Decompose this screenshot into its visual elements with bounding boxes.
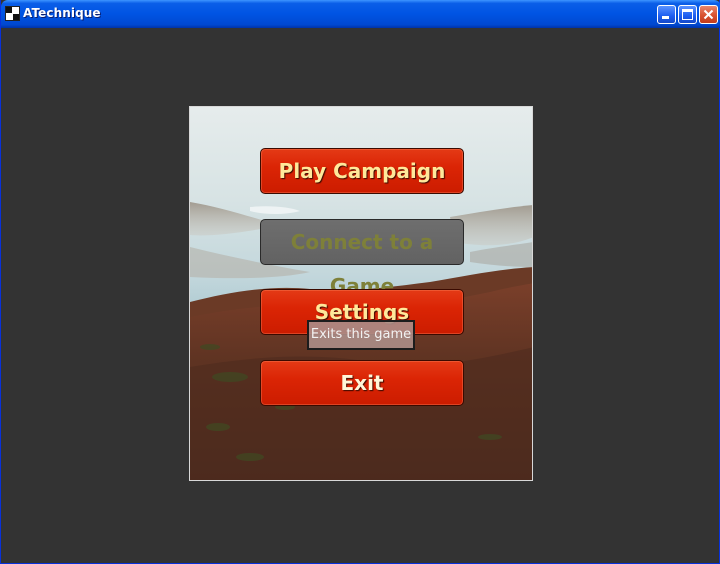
connect-to-game-button[interactable]: Connect to a Game (260, 219, 464, 298)
window-title: ATechnique (23, 6, 101, 20)
close-icon (703, 9, 714, 20)
game-window: ATechnique Play Campaign Connect to a Ga… (0, 0, 720, 564)
title-bar[interactable]: ATechnique (1, 0, 720, 28)
play-campaign-button[interactable]: Play Campaign (260, 148, 464, 194)
minimize-button[interactable] (657, 5, 676, 24)
maximize-button[interactable] (678, 5, 697, 24)
app-icon (5, 6, 20, 21)
minimize-icon (662, 16, 669, 19)
exit-tooltip: Exits this game (307, 320, 415, 350)
exit-button[interactable]: Exit (260, 360, 464, 406)
game-viewport[interactable]: Play Campaign Connect to a Game Settings… (189, 106, 533, 481)
close-button[interactable] (699, 5, 718, 24)
maximize-icon (682, 9, 693, 20)
